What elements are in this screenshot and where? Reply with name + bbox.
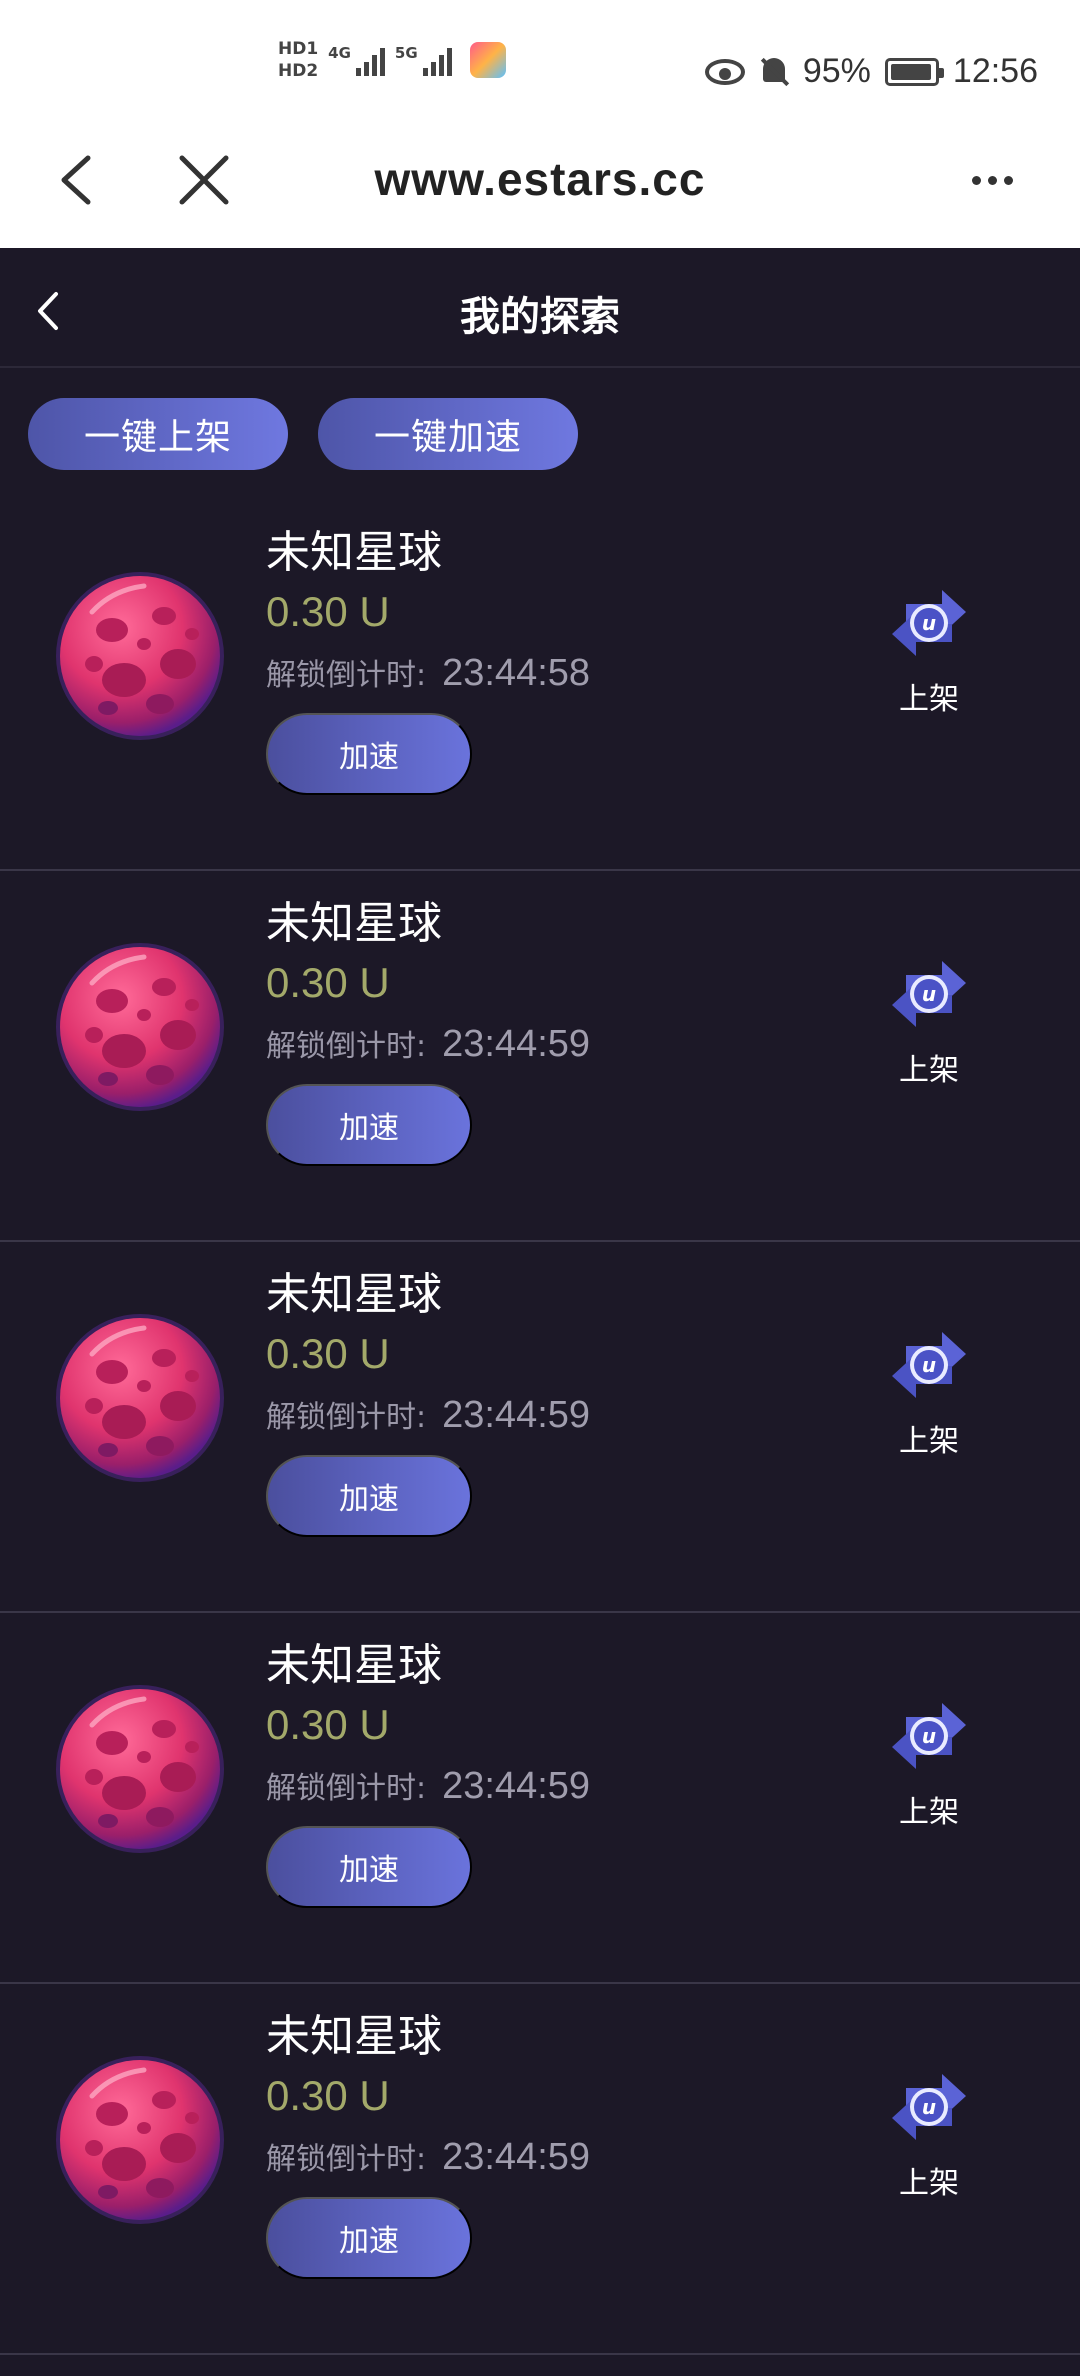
planet-name: 未知星球: [266, 1640, 442, 1691]
planet-name: 未知星球: [266, 1269, 442, 1320]
signal-bars-icon: [355, 44, 385, 76]
page-header: 我的探索: [0, 248, 1080, 368]
speed-all-button[interactable]: 一键加速: [318, 398, 578, 470]
unlock-countdown: 解锁倒计时: 23:44:59: [266, 1392, 590, 1437]
shelf-label: 上架: [899, 682, 959, 717]
planet-icon: [52, 939, 228, 1115]
unlock-countdown: 解锁倒计时: 23:44:59: [266, 1763, 590, 1808]
countdown-label: 解锁倒计时:: [266, 658, 427, 693]
countdown-time: 23:44:58: [442, 652, 591, 694]
speed-button[interactable]: 加速: [266, 2197, 472, 2279]
speed-button[interactable]: 加速: [266, 1084, 472, 1166]
eye-icon: [704, 58, 745, 85]
shelf-label: 上架: [899, 1053, 959, 1088]
bulk-actions: 一键上架 一键加速: [28, 398, 578, 470]
battery-percent: 95%: [802, 52, 871, 90]
list-item: 未知星球 0.30 U 解锁倒计时: 23:44:59 加速 上架: [0, 871, 1080, 1242]
net1-label: 4G: [328, 44, 351, 62]
shelf-label: 上架: [899, 1424, 959, 1459]
exchange-u-icon: [892, 1332, 966, 1398]
bell-off-icon: [759, 56, 789, 88]
countdown-time: 23:44:59: [442, 1765, 591, 1807]
status-right: 95% 12:56: [704, 52, 1038, 91]
shelf-button[interactable]: 上架: [880, 949, 978, 1089]
signal-5g: 5G: [395, 44, 452, 76]
planet-price: 0.30 U: [266, 588, 390, 635]
shelf-button[interactable]: 上架: [880, 2062, 978, 2202]
status-left: HD1 HD2 4G 5G: [278, 40, 506, 80]
signal-4g: 4G: [328, 44, 385, 76]
hd1-label: HD1: [278, 39, 319, 59]
hd-indicators: HD1 HD2: [278, 40, 318, 80]
clock: 12:56: [952, 52, 1038, 90]
exchange-u-icon: [892, 2074, 966, 2140]
hd2-label: HD2: [278, 61, 319, 81]
list-all-button[interactable]: 一键上架: [28, 398, 288, 470]
planet-icon: [52, 2052, 228, 2228]
planet-price: 0.30 U: [266, 1701, 390, 1748]
net2-label: 5G: [394, 44, 418, 62]
planet-list: 未知星球 0.30 U 解锁倒计时: 23:44:58 加速 上架 未知星球 0…: [0, 500, 1080, 2355]
countdown-time: 23:44:59: [442, 1023, 591, 1065]
more-menu-icon[interactable]: [972, 160, 1032, 200]
countdown-label: 解锁倒计时:: [266, 1400, 427, 1435]
speed-button[interactable]: 加速: [266, 1826, 472, 1908]
planet-icon: [52, 568, 228, 744]
battery-icon: [884, 57, 944, 86]
speed-button[interactable]: 加速: [266, 1455, 472, 1537]
unlock-countdown: 解锁倒计时: 23:44:58: [266, 650, 590, 695]
planet-price: 0.30 U: [266, 959, 390, 1006]
planet-price: 0.30 U: [266, 2072, 390, 2119]
url-text[interactable]: www.estars.cc: [0, 152, 1080, 206]
list-item: 未知星球 0.30 U 解锁倒计时: 23:44:59 加速 上架: [0, 1984, 1080, 2355]
unlock-countdown: 解锁倒计时: 23:44:59: [266, 1021, 590, 1066]
shelf-button[interactable]: 上架: [880, 1320, 978, 1460]
exchange-u-icon: [892, 961, 966, 1027]
status-bar: HD1 HD2 4G 5G 95% 12:56: [0, 0, 1080, 130]
signal-bars-icon: [422, 44, 452, 76]
countdown-label: 解锁倒计时:: [266, 1029, 427, 1064]
planet-name: 未知星球: [266, 898, 442, 949]
app-notification-icon: [469, 42, 506, 78]
speed-button[interactable]: 加速: [266, 713, 472, 795]
countdown-label: 解锁倒计时:: [266, 2142, 427, 2177]
planet-icon: [52, 1681, 228, 1857]
page-title: 我的探索: [460, 294, 620, 340]
exchange-u-icon: [892, 1703, 966, 1769]
countdown-time: 23:44:59: [442, 2136, 591, 2178]
countdown-label: 解锁倒计时:: [266, 1771, 427, 1806]
countdown-time: 23:44:59: [442, 1394, 591, 1436]
planet-name: 未知星球: [266, 2011, 442, 2062]
shelf-label: 上架: [899, 2166, 959, 2201]
list-item: 未知星球 0.30 U 解锁倒计时: 23:44:59 加速 上架: [0, 1242, 1080, 1613]
planet-name: 未知星球: [266, 527, 442, 578]
shelf-label: 上架: [899, 1795, 959, 1830]
shelf-button[interactable]: 上架: [880, 1691, 978, 1831]
shelf-button[interactable]: 上架: [880, 578, 978, 718]
planet-price: 0.30 U: [266, 1330, 390, 1377]
exchange-u-icon: [892, 590, 966, 656]
list-item: 未知星球 0.30 U 解锁倒计时: 23:44:58 加速 上架: [0, 500, 1080, 871]
planet-icon: [52, 1310, 228, 1486]
unlock-countdown: 解锁倒计时: 23:44:59: [266, 2134, 590, 2179]
browser-toolbar: www.estars.cc: [0, 130, 1080, 248]
list-item: 未知星球 0.30 U 解锁倒计时: 23:44:59 加速 上架: [0, 1613, 1080, 1984]
